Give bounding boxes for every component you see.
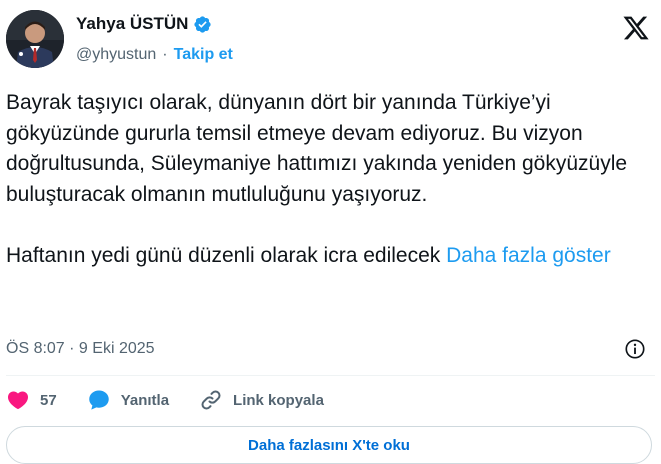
author-handle[interactable]: @yhyustun [76, 46, 156, 64]
author-name[interactable]: Yahya ÜSTÜN [76, 14, 188, 34]
x-logo-icon[interactable] [621, 14, 651, 42]
divider [6, 375, 655, 376]
reply-button[interactable]: Yanıtla [87, 388, 169, 412]
read-more-on-x-button[interactable]: Daha fazlasını X'te oku [6, 426, 652, 464]
copy-link-button[interactable]: Link kopyala [199, 388, 324, 412]
timestamp[interactable]: ÖS 8:07 · 9 Eki 2025 [6, 340, 155, 358]
like-button[interactable]: 57 [6, 388, 57, 412]
verified-badge-icon [194, 15, 212, 33]
link-icon [201, 390, 221, 410]
action-bar: 57 Yanıtla Link kopyala [6, 388, 354, 412]
follow-button[interactable]: Takip et [174, 46, 233, 64]
tweet-paragraph-1: Bayrak taşıyıcı olarak, dünyanın dört bi… [6, 91, 633, 206]
copy-link-label: Link kopyala [233, 391, 324, 409]
separator: · [162, 46, 168, 63]
like-count: 57 [40, 391, 57, 409]
heart-icon [7, 391, 29, 410]
info-icon[interactable] [624, 338, 646, 360]
avatar[interactable] [6, 10, 64, 68]
show-more-link[interactable]: Daha fazla göster [446, 244, 611, 267]
tweet-text: Bayrak taşıyıcı olarak, dünyanın dört bi… [6, 88, 656, 271]
reply-label: Yanıtla [120, 391, 170, 409]
reply-icon [88, 390, 109, 410]
tweet-paragraph-2: Haftanın yedi günü düzenli olarak icra e… [6, 243, 447, 267]
